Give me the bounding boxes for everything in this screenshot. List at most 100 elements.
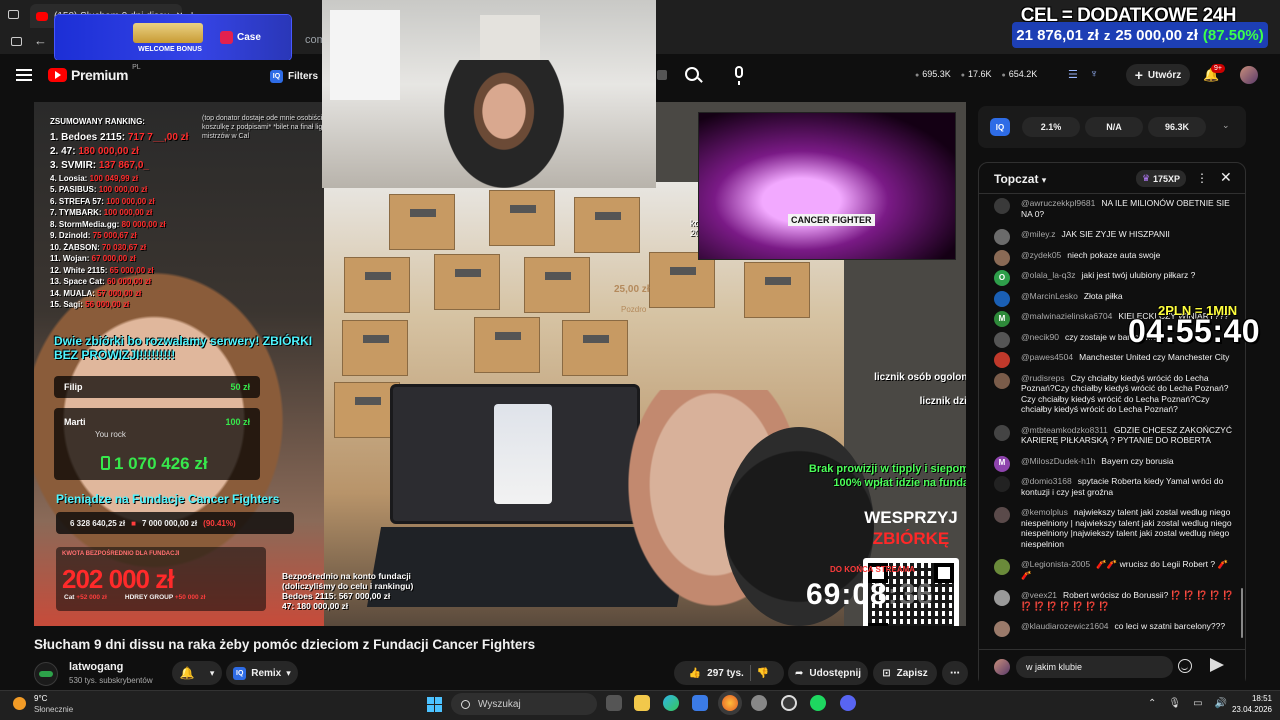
subscription-bell-button[interactable]: 🔔 ▾ — [172, 661, 222, 685]
iq-logo[interactable]: IQ — [990, 118, 1010, 136]
more-actions-button[interactable]: ⋯ — [942, 661, 968, 685]
firefox-icon[interactable] — [722, 695, 738, 711]
chat-menu-icon[interactable]: ⋮ — [1196, 171, 1208, 185]
chat-avatar[interactable]: M — [994, 311, 1010, 327]
chat-avatar[interactable] — [994, 290, 1010, 307]
chat-username[interactable]: @kemolplus — [1021, 507, 1068, 517]
menu-icon[interactable] — [16, 69, 32, 81]
taskbar-search[interactable]: Wyszukaj — [451, 693, 597, 715]
chat-avatar[interactable] — [994, 621, 1010, 637]
system-clock[interactable]: 18:51 23.04.2026 — [1228, 693, 1272, 715]
chat-username[interactable]: @Legionista-2005 — [1021, 559, 1090, 569]
account-avatar[interactable] — [1240, 66, 1258, 84]
youtube-logo[interactable]: Premium PL — [48, 64, 141, 83]
chat-username[interactable]: @pawes4504 — [1021, 352, 1073, 362]
sidebar-toggle-icon[interactable] — [11, 37, 22, 46]
weather-desc[interactable]: Słonecznie — [34, 705, 73, 714]
ranking-row: 12. White 2115: 65 000,00 zł — [50, 265, 154, 275]
thumbs-down-icon[interactable]: 👎 — [757, 668, 769, 679]
chat-avatar[interactable] — [994, 372, 1010, 389]
chat-avatar[interactable] — [994, 590, 1010, 606]
chat-message: @awruczekkpl9681 NA ILE MILIONÓW OBETNIE … — [990, 198, 1235, 219]
volume-icon[interactable]: 🔊 — [1215, 698, 1227, 709]
like-count: 297 tys. — [707, 667, 744, 679]
file-explorer-icon[interactable] — [634, 695, 650, 711]
tab-switcher-icon[interactable] — [8, 10, 19, 19]
back-arrow-icon[interactable]: ← — [34, 33, 47, 48]
chat-username[interactable]: @MiloszDudek-h1h — [1021, 456, 1095, 466]
chat-scrollbar[interactable] — [1241, 588, 1243, 638]
chat-username[interactable]: @domio3168 — [1021, 476, 1072, 486]
chat-avatar[interactable]: M — [994, 455, 1010, 472]
cardboard-box — [649, 252, 715, 308]
chat-avatar[interactable] — [994, 424, 1010, 441]
chevron-up-icon[interactable]: ⌃ — [1148, 698, 1156, 709]
chat-avatar[interactable] — [994, 476, 1010, 492]
share-button[interactable]: ➦ Udostępnij — [788, 661, 868, 685]
chat-username[interactable]: @olala_la-q3z — [1021, 270, 1075, 280]
chat-input[interactable] — [1016, 656, 1173, 678]
chat-avatar[interactable] — [994, 559, 1010, 575]
chat-avatar[interactable] — [994, 198, 1010, 214]
chat-avatar[interactable] — [994, 352, 1010, 368]
discord-icon[interactable] — [840, 695, 856, 711]
chat-username[interactable]: @veex21 — [1021, 590, 1057, 600]
display-icon[interactable]: ▭ — [1193, 698, 1202, 709]
ranking-row: 14. MUALA: 57 000,00 zł — [50, 288, 142, 298]
chevron-down-icon[interactable]: ⌄ — [1222, 120, 1230, 131]
search-input-edge[interactable] — [657, 70, 667, 80]
spotify-icon[interactable] — [810, 695, 826, 711]
chat-avatar[interactable] — [994, 507, 1010, 523]
chat-username[interactable]: @malwinazielinska6704 — [1021, 311, 1112, 321]
emoji-icon[interactable] — [1178, 659, 1192, 673]
chat-username[interactable]: @rudisreps — [1021, 373, 1065, 383]
thumbs-up-icon[interactable]: 👍 — [689, 668, 701, 679]
chat-username[interactable]: @miley.z — [1021, 229, 1055, 239]
cardboard-box — [524, 257, 590, 313]
task-view-icon[interactable] — [606, 695, 622, 711]
trophy-icon[interactable]: ♆ — [1090, 68, 1098, 81]
chat-message: @mtbteamkodzko8311 GDZIE CHCESZ ZAKOŃCZYĆ… — [990, 424, 1235, 446]
send-icon[interactable] — [1210, 658, 1224, 672]
hoodie-text: CANCER FIGHTER — [788, 214, 875, 226]
ranking-row: 13. Space Cat: 60 000,00 zł — [50, 277, 151, 286]
chat-username[interactable]: @awruczekkpl9681 — [1021, 198, 1095, 208]
microphone-icon[interactable] — [735, 66, 743, 85]
list-icon[interactable]: ☰ — [1068, 68, 1078, 81]
chat-username[interactable]: @necik90 — [1021, 332, 1059, 342]
channel-avatar[interactable] — [34, 662, 58, 686]
chat-avatar[interactable]: O — [994, 270, 1010, 286]
windows-start-icon[interactable] — [427, 697, 442, 712]
remix-button[interactable]: IQ Remix ▾ — [226, 661, 298, 685]
store-icon[interactable] — [692, 695, 708, 711]
sun-icon[interactable] — [13, 697, 26, 710]
system-tray: ⌃ 🎙 ▭ 🔊 — [1148, 698, 1227, 709]
chat-text: Złota piłka — [1083, 290, 1123, 301]
microphone-tray-icon[interactable]: 🎙 — [1168, 698, 1181, 709]
logo-region: PL — [132, 64, 141, 71]
settings-icon[interactable] — [751, 695, 767, 711]
obs-icon[interactable] — [781, 695, 797, 711]
edge-icon[interactable] — [663, 695, 679, 711]
save-button[interactable]: ⊡ Zapisz — [873, 661, 937, 685]
chat-message: @klaudiarozewicz1604 co leci w szatni bar… — [990, 621, 1235, 637]
like-dislike-buttons[interactable]: 👍 297 tys. 👎 — [674, 661, 784, 685]
chat-avatar[interactable] — [994, 331, 1010, 348]
create-button[interactable]: + Utwórz — [1126, 64, 1190, 86]
chat-avatar[interactable] — [994, 249, 1010, 266]
channel-name[interactable]: latwogang — [69, 661, 123, 673]
chat-username[interactable]: @MarcinLesko — [1021, 291, 1078, 301]
until-end-label: DO KOŃCA STREAMA — [830, 565, 916, 574]
filters-button[interactable]: IQ Filters — [270, 66, 318, 86]
iq-icon: IQ — [270, 69, 283, 83]
chat-avatar[interactable] — [994, 229, 1010, 245]
search-icon[interactable] — [685, 67, 699, 81]
chat-mode-dropdown[interactable]: Topczat ▾ — [994, 172, 1046, 186]
xp-badge[interactable]: ♛ 175XP — [1136, 170, 1186, 187]
weather-temp[interactable]: 9°C — [34, 694, 47, 703]
chat-username[interactable]: @klaudiarozewicz1604 — [1021, 621, 1109, 631]
chat-username[interactable]: @zydek05 — [1021, 250, 1061, 260]
close-icon[interactable]: ✕ — [1220, 169, 1232, 186]
chat-username[interactable]: @mtbteamkodzko8311 — [1021, 425, 1108, 435]
ad-banner[interactable]: WELCOME BONUS Case — [55, 15, 291, 60]
